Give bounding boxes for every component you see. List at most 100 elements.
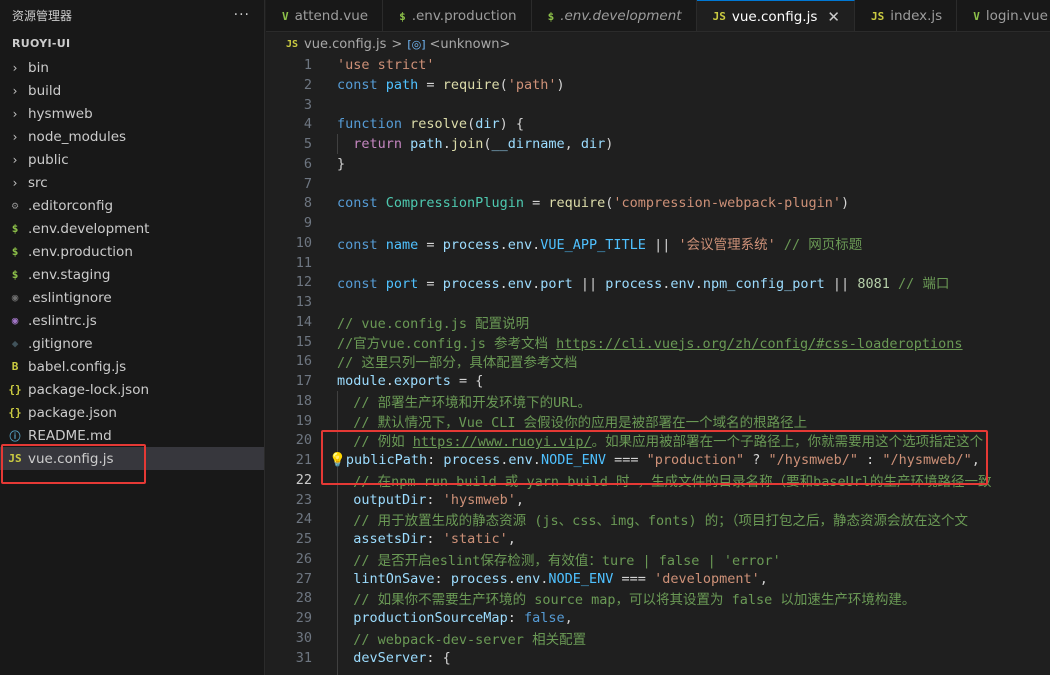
file-tree: › bin › build › hysmweb › node_modules › public › s… [0,56,264,470]
file-type-icon: JS [712,10,726,23]
code-line[interactable]: 15 //官方vue.config.js 参考文档 https://cli.vue… [266,332,1050,352]
code-line[interactable]: 30 // webpack-dev-server 相关配置 [266,628,1050,648]
line-number: 21 [295,452,312,468]
code-line[interactable]: 17 module.exports = { [266,371,1050,391]
tree-folder[interactable]: › public [0,148,264,171]
code-line[interactable]: 23 outputDir: 'hysmweb', [266,490,1050,510]
code-line[interactable]: 18 // 部署生产环境和开发环境下的URL。 [266,391,1050,411]
chevron-right-icon[interactable]: › [6,153,24,167]
code-line[interactable]: 31 devServer: { [266,648,1050,668]
chevron-right-icon[interactable]: › [6,130,24,144]
code-line[interactable]: 9 [266,213,1050,233]
line-number: 6 [303,155,312,172]
tree-file[interactable]: ◉ .eslintignore [0,286,264,309]
line-number: 14 [295,313,312,330]
tree-folder[interactable]: › bin [0,56,264,79]
code-line[interactable]: 10 const name = process.env.VUE_APP_TITLE… [266,233,1050,253]
code-token: 'path' [507,76,557,93]
code-token: // 是否开启eslint保存检测，有效值：ture | false | 'er… [337,552,781,569]
code-line[interactable]: 24 // 用于放置生成的静态资源 (js、css、img、fonts) 的；（… [266,509,1050,529]
editor-tab[interactable]: $ .env.development [531,0,697,31]
code-line[interactable]: 20 // 例如 https://www.ruoyi.vip/。如果应用被部署在… [266,430,1050,450]
editor-tab[interactable]: $ .env.production [383,0,532,31]
code-line[interactable]: 25 assetsDir: 'static', [266,529,1050,549]
code-line[interactable]: 8 const CompressionPlugin = require('comp… [266,193,1050,213]
line-number: 7 [303,175,312,192]
tree-file[interactable]: {} package-lock.json [0,378,264,401]
breadcrumb-file[interactable]: vue.config.js [304,37,386,52]
code-token: ) [605,136,614,152]
more-actions-icon[interactable]: ··· [234,7,250,23]
chevron-right-icon[interactable]: › [6,176,24,190]
line-number: 31 [295,649,312,666]
code-token: outputDir [353,491,427,508]
tree-folder[interactable]: › src [0,171,264,194]
tree-file[interactable]: ⓘ README.md [0,424,264,447]
code-line[interactable]: 7 [266,174,1050,194]
tree-file[interactable]: ⚙ .editorconfig [0,194,264,217]
code-line[interactable]: 28 // 如果你不需要生产环境的 source map，可以将其设置为 fal… [266,588,1050,608]
code-line[interactable]: 16 // 这里只列一部分，具体配置参考文档 [266,351,1050,371]
code-text: productionSourceMap: false, [337,610,572,626]
code-token: 'compression-webpack-plugin' [613,195,841,212]
chevron-right-icon[interactable]: › [6,61,24,75]
code-line[interactable]: 4 function resolve(dir) { [266,114,1050,134]
code-token: const [337,236,386,253]
code-token: name [385,236,419,253]
tree-file[interactable]: ◉ .eslintrc.js [0,309,264,332]
code-token: productionSourceMap [353,610,508,626]
code-token: ) { [499,116,524,133]
code-line[interactable]: 13 [266,292,1050,312]
line-number: 30 [295,629,312,646]
editor-tab[interactable]: Vattend.vue [266,0,384,31]
code-line[interactable]: 5 return path.join(__dirname, dir) [266,134,1050,154]
code-line[interactable]: 26 // 是否开启eslint保存检测，有效值：ture | false | … [266,549,1050,569]
tree-folder[interactable]: › build [0,79,264,102]
tree-file[interactable]: ◆ .gitignore [0,332,264,355]
tree-file[interactable]: JS vue.config.js [0,447,264,470]
breadcrumb-symbol[interactable]: <unknown> [430,37,511,52]
editor-tab[interactable]: JS vue.config.js ✕ [696,0,855,31]
project-root[interactable]: RUOYI-UI [0,30,264,56]
code-line[interactable]: 1 'use strict' [266,55,1050,75]
editor-tab[interactable]: JS index.js [854,0,958,31]
tree-file[interactable]: $ .env.development [0,217,264,240]
code-text: // 例如 https://www.ruoyi.vip/。如果应用被部署在一个子… [337,430,983,450]
line-number: 20 [295,432,312,449]
code-line[interactable]: 27 lintOnSave: process.env.NODE_ENV === … [266,569,1050,589]
code-line[interactable]: 19 // 默认情况下，Vue CLI 会假设你的应用是被部署在一个域名的根路径… [266,411,1050,431]
line-number: 16 [295,353,312,370]
code-line[interactable]: 14 // vue.config.js 配置说明 [266,312,1050,332]
file-type-icon: $ [11,245,19,258]
code-token: = [418,276,443,293]
code-line[interactable]: 11 [266,253,1050,273]
code-token: || [572,276,606,293]
code-text: // 用于放置生成的静态资源 (js、css、img、fonts) 的；（项目打… [337,509,968,529]
code-token: const [337,195,386,212]
editor-tab[interactable]: Vlogin.vue [957,0,1050,31]
chevron-right-icon[interactable]: › [6,84,24,98]
tree-file[interactable]: Bbabel.config.js [0,355,264,378]
tree-item-label: vue.config.js [28,450,114,467]
code-line[interactable]: 22 // 在npm run build 或 yarn build 时 ，生成文… [266,470,1050,490]
code-token: : [434,570,451,587]
code-token: env [507,276,533,293]
code-line[interactable]: 21 💡publicPath: process.env.NODE_ENV === … [266,450,1050,470]
chevron-right-icon[interactable]: › [6,107,24,121]
code-line[interactable]: 29 productionSourceMap: false, [266,608,1050,628]
code-line[interactable]: 2 const path = require('path') [266,75,1050,95]
code-line[interactable]: 12 const port = process.env.port || proce… [266,272,1050,292]
code-token: const [337,76,386,93]
code-editor[interactable]: 1'use strict' 2 const path = require('path… [266,55,1050,675]
code-line[interactable]: 6} [266,154,1050,174]
close-icon[interactable]: ✕ [827,8,840,26]
lightbulb-icon[interactable]: 💡 [329,452,346,468]
tree-folder[interactable]: › hysmweb [0,102,264,125]
tree-file[interactable]: $ .env.production [0,240,264,263]
tree-folder[interactable]: › node_modules [0,125,264,148]
tree-file[interactable]: $ .env.staging [0,263,264,286]
code-token: === [605,452,647,468]
code-line[interactable]: 3 [266,95,1050,115]
line-number: 22 [295,471,312,488]
tree-file[interactable]: {} package.json [0,401,264,424]
